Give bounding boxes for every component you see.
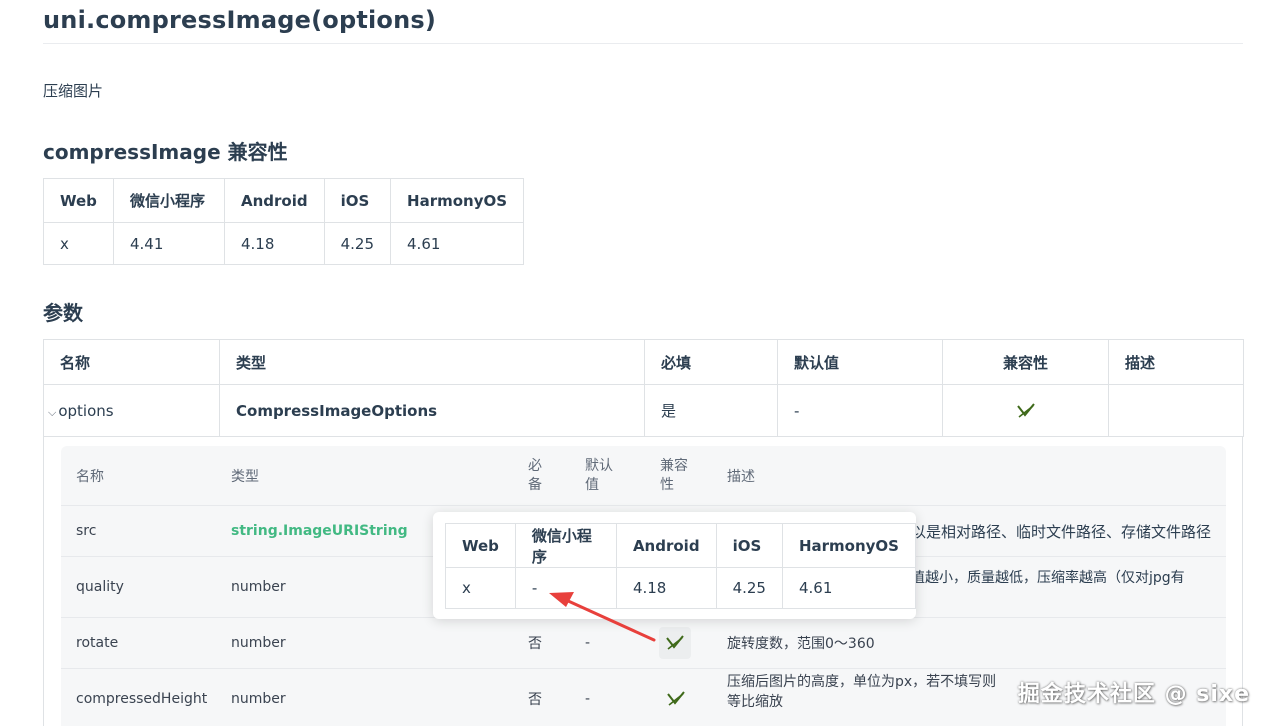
page-description: 压缩图片 — [43, 82, 104, 100]
sub-row-1-desc: 值越小，质量越低，压缩率越高（仅对jpg有 — [911, 570, 1185, 586]
sub-row-3-type: number — [231, 691, 286, 707]
sub-header-name: 名称 — [76, 468, 104, 485]
sub-row-3-desc-line2: 等比缩放 — [727, 694, 783, 710]
sub-header-type: 类型 — [231, 468, 259, 485]
options-desc — [1108, 384, 1244, 437]
params-header-required: 必填 — [644, 339, 778, 385]
params-row-options[interactable]: ⌵ options CompressImageOptions 是 - — [43, 384, 1244, 437]
sub-row-2-type: number — [231, 635, 286, 651]
popover-value-web: x — [445, 567, 516, 609]
title-divider — [43, 43, 1243, 44]
compat-value-wechat: 4.41 — [113, 222, 225, 265]
popover-header-ios: iOS — [715, 523, 783, 568]
sub-header-default: 默认值 — [585, 458, 613, 493]
compat-header-harmony: HarmonyOS — [390, 178, 525, 223]
options-required: 是 — [644, 384, 778, 437]
sub-header-desc: 描述 — [727, 468, 755, 485]
compat-value-android: 4.18 — [224, 222, 325, 265]
params-header-row: 名称 类型 必填 默认值 兼容性 描述 — [43, 339, 1244, 385]
params-header-default: 默认值 — [777, 339, 943, 385]
options-name: options — [58, 401, 114, 420]
sub-row-3-desc: 压缩后图片的高度，单位为px，若不填写则 — [727, 674, 997, 690]
popover-value-wechat: - — [514, 567, 617, 609]
params-header-name: 名称 — [43, 339, 220, 385]
check-icon[interactable] — [1015, 400, 1037, 422]
popover-header-android: Android — [615, 523, 717, 568]
options-name-cell[interactable]: ⌵ options — [43, 384, 220, 437]
sub-row-0-type-link[interactable]: string.ImageURIString — [231, 506, 408, 556]
popover-value-harmony: 4.61 — [781, 567, 917, 609]
popover-value-android: 4.18 — [615, 567, 717, 609]
compat-header-ios: iOS — [323, 178, 392, 223]
compat-popover: Web 微信小程序 Android iOS HarmonyOS x - 4.18… — [433, 512, 917, 619]
options-compat[interactable] — [942, 384, 1109, 437]
compat-value-harmony: 4.61 — [390, 222, 525, 265]
compat-header-wechat: 微信小程序 — [113, 178, 225, 223]
compat-value-row: x 4.41 4.18 4.25 4.61 — [43, 222, 525, 265]
watermark: 掘金技术社区 @ sixe — [1017, 682, 1250, 707]
options-default: - — [777, 384, 943, 437]
popover-value-ios: 4.25 — [715, 567, 783, 609]
popover-header-wechat: 微信小程序 — [514, 523, 617, 568]
popover-header-web: Web — [445, 523, 516, 568]
compat-value-web: x — [43, 222, 114, 265]
sub-row-0-name: src — [76, 523, 97, 539]
chevron-down-icon[interactable]: ⌵ — [48, 406, 56, 420]
sub-row-2-name: rotate — [76, 635, 119, 651]
params-header-type: 类型 — [219, 339, 645, 385]
page-title: uni.compressImage(options) — [43, 6, 437, 34]
popover-header-row: Web 微信小程序 Android iOS HarmonyOS — [445, 523, 917, 568]
compat-table: Web 微信小程序 Android iOS HarmonyOS x 4.41 4… — [43, 178, 525, 265]
sub-row-3-desc-wrap: 压缩后图片的高度，单位为px，若不填写则 等比缩放 — [727, 661, 996, 721]
sub-header-required: 必备 — [528, 458, 542, 493]
sub-row-1-type: number — [231, 579, 286, 595]
sub-row-1-name: quality — [76, 579, 124, 595]
popover-header-harmony: HarmonyOS — [781, 523, 917, 568]
check-icon[interactable] — [664, 632, 686, 654]
popover-table: Web 微信小程序 Android iOS HarmonyOS x - 4.18… — [445, 523, 917, 609]
compat-hover-target[interactable] — [659, 627, 691, 659]
params-table: 名称 类型 必填 默认值 兼容性 描述 ⌵ options CompressIma… — [43, 339, 1244, 437]
sub-header-compat: 兼容性 — [660, 458, 688, 493]
compat-heading: compressImage 兼容性 — [43, 140, 288, 164]
params-header-compat: 兼容性 — [942, 339, 1109, 385]
params-heading: 参数 — [43, 301, 83, 325]
options-type: CompressImageOptions — [219, 384, 645, 437]
sub-row-2-required: 否 — [528, 636, 542, 652]
subtable-header-row: 名称 类型 必备 默认值 兼容性 描述 — [61, 446, 1226, 506]
compat-header-web: Web — [43, 178, 114, 223]
compat-header-row: Web 微信小程序 Android iOS HarmonyOS — [43, 178, 525, 223]
compat-header-android: Android — [224, 178, 325, 223]
sub-row-3-required: 否 — [528, 692, 542, 708]
subtable-row: rotate number 否 - 旋转度数，范围0～360 — [61, 618, 1226, 669]
sub-row-2-default: - — [585, 635, 591, 651]
compat-value-ios: 4.25 — [323, 222, 392, 265]
check-icon[interactable] — [665, 669, 687, 726]
params-header-desc: 描述 — [1108, 339, 1244, 385]
sub-row-3-name: compressedHeight — [76, 691, 208, 707]
sub-row-3-default: - — [585, 691, 591, 707]
popover-value-row: x - 4.18 4.25 4.61 — [445, 567, 917, 609]
